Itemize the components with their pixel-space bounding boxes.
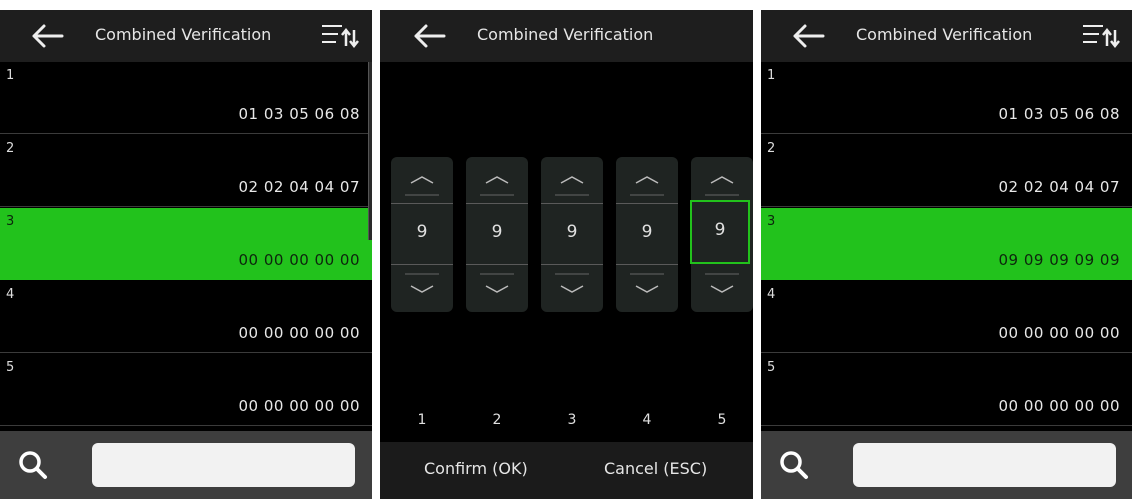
column-label: 4 [642, 412, 652, 428]
list-item[interactable]: 5 00 00 00 00 00 [0, 354, 372, 426]
list-item[interactable]: 2 02 02 04 04 07 [0, 135, 372, 207]
row-value: 02 02 04 04 07 [998, 178, 1120, 196]
digit-value-box[interactable]: 9 [541, 203, 603, 265]
row-value: 01 03 05 06 08 [998, 105, 1120, 123]
digit-value: 9 [566, 222, 578, 242]
digit-value-box-focused[interactable]: 9 [690, 200, 750, 264]
chevron-down-icon[interactable] [466, 266, 528, 312]
chevron-down-icon[interactable] [541, 266, 603, 312]
row-index: 4 [767, 287, 776, 302]
footer [761, 431, 1132, 499]
chevron-down-icon[interactable] [391, 266, 453, 312]
list-item-selected[interactable]: 3 09 09 09 09 09 [761, 208, 1132, 280]
chevron-up-icon[interactable] [466, 157, 528, 203]
digit-picker-screen: Combined Verification 9 9 9 9 9 1 2 3 4 … [380, 10, 753, 499]
scrollbar[interactable] [368, 62, 372, 240]
list-item[interactable]: 2 02 02 04 04 07 [761, 135, 1132, 207]
row-index: 1 [767, 68, 776, 83]
back-arrow-icon[interactable] [412, 22, 450, 50]
sort-icon[interactable] [1081, 21, 1121, 51]
row-index: 3 [6, 214, 15, 229]
row-index: 5 [6, 360, 15, 375]
chevron-up-icon[interactable] [616, 157, 678, 203]
column-label: 3 [567, 412, 577, 428]
column-label: 1 [417, 412, 427, 428]
digit-value: 9 [491, 222, 503, 242]
row-value: 00 00 00 00 00 [238, 251, 360, 269]
header: Combined Verification [380, 10, 753, 62]
digit-column: 9 [616, 157, 678, 312]
back-arrow-icon[interactable] [30, 22, 68, 50]
button-bar: Confirm (OK) Cancel (ESC) [380, 442, 753, 499]
sort-icon[interactable] [320, 21, 360, 51]
list-item-selected[interactable]: 3 00 00 00 00 00 [0, 208, 372, 280]
confirm-button[interactable]: Confirm (OK) [424, 459, 528, 478]
search-icon[interactable] [777, 448, 811, 482]
digit-column: 9 [466, 157, 528, 312]
digit-value-box[interactable]: 9 [616, 203, 678, 265]
back-arrow-icon[interactable] [791, 22, 829, 50]
row-value: 00 00 00 00 00 [238, 324, 360, 342]
column-label: 5 [717, 412, 727, 428]
row-index: 2 [767, 141, 776, 156]
search-input[interactable] [92, 443, 355, 487]
row-index: 5 [767, 360, 776, 375]
list-item[interactable]: 1 01 03 05 06 08 [761, 62, 1132, 134]
row-value: 02 02 04 04 07 [238, 178, 360, 196]
digit-column: 9 [541, 157, 603, 312]
digit-value: 9 [416, 222, 428, 242]
column-label: 2 [492, 412, 502, 428]
digit-value: 9 [714, 220, 726, 240]
row-index: 3 [767, 214, 776, 229]
footer [0, 431, 372, 499]
list-item[interactable]: 5 00 00 00 00 00 [761, 354, 1132, 426]
row-value: 00 00 00 00 00 [998, 397, 1120, 415]
chevron-up-icon[interactable] [391, 157, 453, 203]
digit-value-box[interactable]: 9 [466, 203, 528, 265]
digit-value-box[interactable]: 9 [391, 203, 453, 265]
digit-picker: 9 9 9 9 9 1 2 3 4 5 [380, 62, 753, 442]
header: Combined Verification [0, 10, 372, 62]
row-value: 01 03 05 06 08 [238, 105, 360, 123]
verification-list: 1 01 03 05 06 08 2 02 02 04 04 07 3 09 0… [761, 62, 1132, 432]
row-value: 00 00 00 00 00 [998, 324, 1120, 342]
digit-value: 9 [641, 222, 653, 242]
row-value: 00 00 00 00 00 [238, 397, 360, 415]
list-screen-before: Combined Verification 1 01 03 05 06 08 2… [0, 10, 372, 499]
row-index: 4 [6, 287, 15, 302]
search-input[interactable] [853, 443, 1116, 487]
header: Combined Verification [761, 10, 1132, 62]
search-icon[interactable] [16, 448, 50, 482]
row-index: 2 [6, 141, 15, 156]
chevron-down-icon[interactable] [691, 266, 753, 312]
chevron-up-icon[interactable] [541, 157, 603, 203]
list-item[interactable]: 4 00 00 00 00 00 [761, 281, 1132, 353]
list-item[interactable]: 4 00 00 00 00 00 [0, 281, 372, 353]
row-value: 09 09 09 09 09 [998, 251, 1120, 269]
page-title: Combined Verification [477, 25, 654, 44]
list-screen-after: Combined Verification 1 01 03 05 06 08 2… [761, 10, 1132, 499]
verification-list: 1 01 03 05 06 08 2 02 02 04 04 07 3 00 0… [0, 62, 372, 432]
digit-column: 9 [391, 157, 453, 312]
cancel-button[interactable]: Cancel (ESC) [604, 459, 707, 478]
page-title: Combined Verification [95, 25, 272, 44]
chevron-up-icon[interactable] [691, 157, 753, 203]
row-index: 1 [6, 68, 15, 83]
chevron-down-icon[interactable] [616, 266, 678, 312]
digit-column-active: 9 [690, 157, 753, 312]
list-item[interactable]: 1 01 03 05 06 08 [0, 62, 372, 134]
page-title: Combined Verification [856, 25, 1033, 44]
